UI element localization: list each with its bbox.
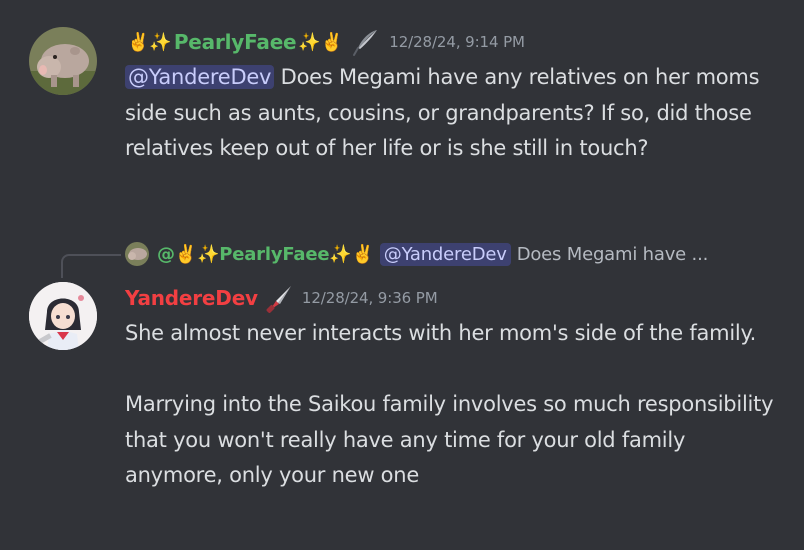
reply-connector-line <box>61 254 121 278</box>
message-paragraph: She almost never interacts with her mom'… <box>125 321 757 345</box>
feather-quill-icon[interactable] <box>351 27 381 57</box>
author-username[interactable]: YandereDev <box>125 286 258 310</box>
knife-icon[interactable] <box>264 283 294 313</box>
paragraph-spacer <box>125 352 785 388</box>
author-suffix-emoji: ✨✌️ <box>298 31 344 53</box>
reply-mention[interactable]: @YandereDev <box>379 242 511 266</box>
message-timestamp[interactable]: 12/28/24, 9:14 PM <box>389 33 525 51</box>
reply-preview-text: Does Megami have ... <box>516 243 709 265</box>
reply-avatar-icon <box>125 242 149 266</box>
message-content: She almost never interacts with her mom'… <box>125 316 785 494</box>
author-prefix-emoji: ✌️✨ <box>127 31 172 53</box>
message-header: ✌️✨ PearlyFaee ✨✌️ 12/28/24, 9:14 PM <box>125 25 525 59</box>
reply-preview[interactable]: @✌️✨PearlyFaee✨✌️ @YandereDev Does Megam… <box>125 236 708 272</box>
author-username[interactable]: PearlyFaee <box>174 30 297 54</box>
anime-schoolgirl-avatar-icon[interactable] <box>29 282 97 350</box>
user-mention[interactable]: @YandereDev <box>125 65 275 89</box>
hippo-avatar-icon[interactable] <box>29 27 97 95</box>
message-header: YandereDev 12/28/24, 9:36 PM <box>125 281 438 315</box>
message-paragraph: Marrying into the Saikou family involves… <box>125 392 774 487</box>
reply-author-name[interactable]: @✌️✨PearlyFaee✨✌️ <box>157 244 374 265</box>
message-content: @YandereDev Does Megami have any relativ… <box>125 60 785 167</box>
message-timestamp[interactable]: 12/28/24, 9:36 PM <box>302 289 438 307</box>
